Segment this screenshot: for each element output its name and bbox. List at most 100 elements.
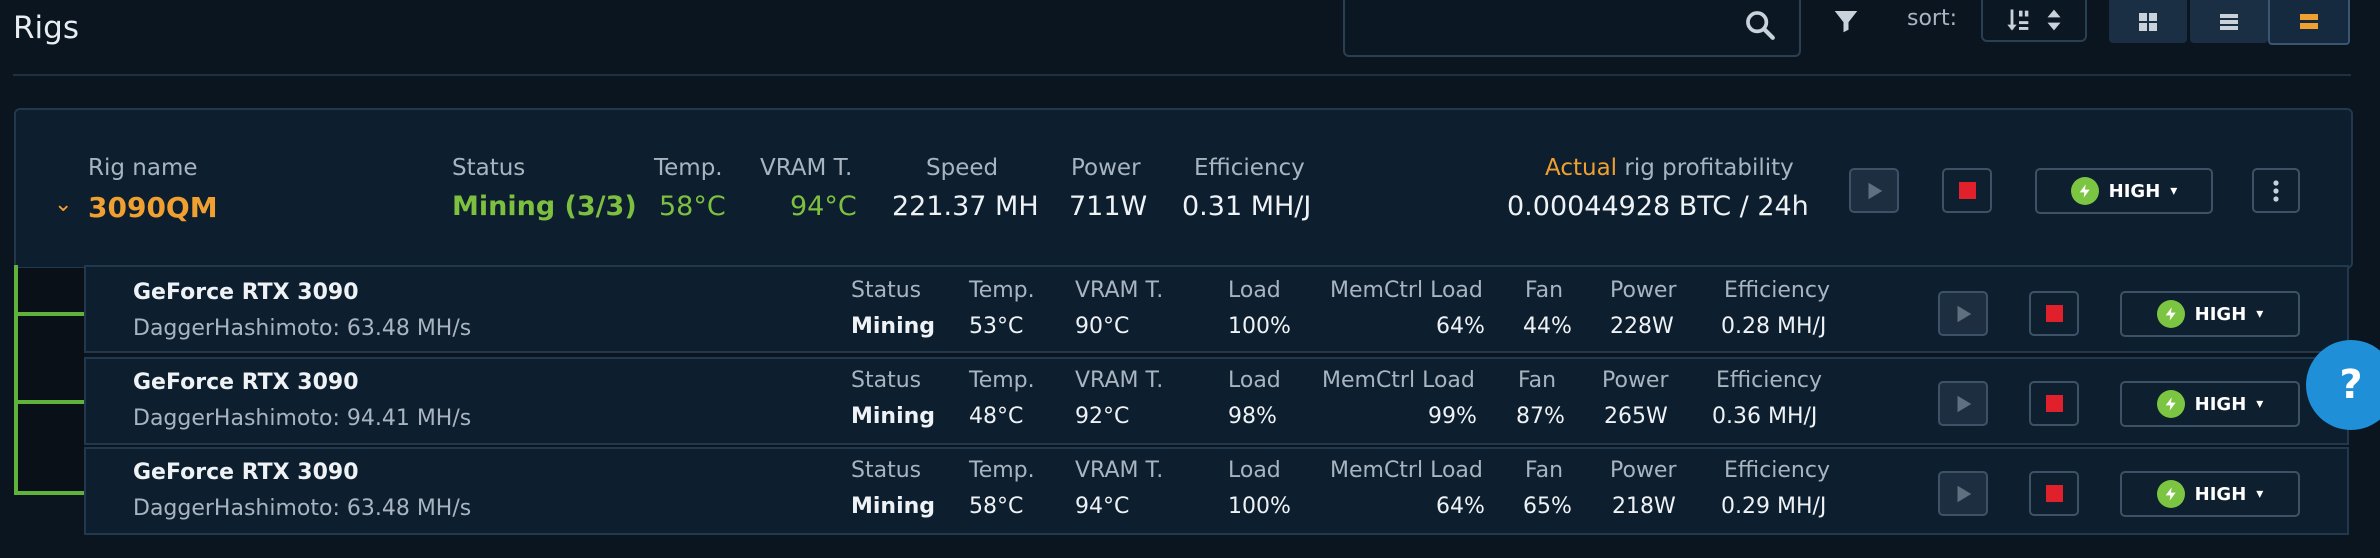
- device-name: GeForce RTX 3090: [133, 460, 359, 485]
- device-fan: 65%: [1523, 494, 1572, 519]
- device-vram-label: VRAM T.: [1075, 458, 1164, 483]
- stop-icon: [2045, 485, 2063, 502]
- device-vram: 92°C: [1075, 404, 1130, 429]
- device-efficiency: 0.29 MH/J: [1721, 494, 1827, 519]
- device-efficiency: 0.28 MH/J: [1721, 314, 1827, 339]
- rows-icon: [2300, 13, 2318, 29]
- device-fan-label: Fan: [1525, 278, 1564, 303]
- device-start-button[interactable]: [1938, 291, 1988, 336]
- device-algorithm: DaggerHashimoto: 94.41 MH/s: [133, 406, 472, 431]
- search-input[interactable]: [1343, 0, 1801, 57]
- rig-mode-label: HIGH: [2108, 180, 2161, 202]
- device-power-label: Power: [1610, 278, 1677, 303]
- device-stop-button[interactable]: [2029, 291, 2079, 336]
- device-status-label: Status: [851, 458, 922, 483]
- tree-branch: [14, 312, 84, 316]
- profitability-label: Actual rig profitability: [1545, 155, 1794, 181]
- rig-card: [14, 108, 2353, 269]
- device-temp: 53°C: [969, 314, 1024, 339]
- rig-profitability: 0.00044928 BTC / 24h: [1507, 191, 1809, 222]
- list-view-button[interactable]: [2190, 0, 2268, 43]
- rig-power: 711W: [1069, 191, 1148, 222]
- bolt-icon: [2070, 177, 2099, 205]
- filter-icon[interactable]: [1831, 6, 1861, 36]
- device-start-button[interactable]: [1938, 381, 1988, 426]
- device-fan: 44%: [1523, 314, 1572, 339]
- tree-branch: [14, 491, 84, 495]
- device-stop-button[interactable]: [2029, 381, 2079, 426]
- device-temp-label: Temp.: [969, 458, 1035, 483]
- profitability-label-text: rig profitability: [1617, 155, 1794, 181]
- tree-spacer: [18, 316, 84, 400]
- device-efficiency-label: Efficiency: [1724, 278, 1830, 303]
- rig-name-label: Rig name: [88, 155, 198, 181]
- device-power-mode-dropdown[interactable]: HIGH ▾: [2120, 471, 2300, 517]
- profitability-highlight: Actual: [1545, 155, 1618, 181]
- rig-speed-label: Speed: [926, 155, 999, 181]
- list-icon: [2220, 13, 2238, 30]
- rig-status-label: Status: [452, 155, 526, 181]
- rig-status: Mining (3/3): [452, 191, 637, 222]
- grid-icon: [2139, 12, 2157, 31]
- rig-efficiency: 0.31 MH/J: [1182, 191, 1312, 222]
- bolt-icon: [2156, 390, 2185, 418]
- device-power: 218W: [1612, 494, 1676, 519]
- play-icon: [1868, 182, 1883, 199]
- more-vertical-icon: [2273, 179, 2279, 202]
- device-power-mode-dropdown[interactable]: HIGH ▾: [2120, 381, 2300, 427]
- device-start-button[interactable]: [1938, 471, 1988, 516]
- sort-button[interactable]: [1981, 0, 2087, 42]
- device-power-mode-dropdown[interactable]: HIGH ▾: [2120, 291, 2300, 337]
- tree-branch: [14, 400, 84, 404]
- device-memctrl: 99%: [1428, 404, 1477, 429]
- device-power-label: Power: [1610, 458, 1677, 483]
- device-temp: 58°C: [969, 494, 1024, 519]
- tree-line: [14, 265, 18, 495]
- rig-stop-button[interactable]: [1942, 168, 1992, 213]
- rig-vram: 94°C: [790, 191, 857, 222]
- sort-label: sort:: [1907, 6, 1958, 31]
- device-temp-label: Temp.: [969, 278, 1035, 303]
- play-icon: [1957, 395, 1972, 412]
- search-icon[interactable]: [1743, 8, 1777, 42]
- stop-icon: [1958, 182, 1976, 199]
- device-status: Mining: [851, 494, 936, 519]
- rig-name[interactable]: 3090QM: [88, 191, 218, 224]
- chevron-down-icon: ▾: [2256, 306, 2264, 322]
- stop-icon: [2045, 305, 2063, 322]
- tree-spacer: [18, 268, 84, 312]
- device-status-label: Status: [851, 278, 922, 303]
- play-icon: [1957, 485, 1972, 502]
- device-efficiency: 0.36 MH/J: [1712, 404, 1818, 429]
- device-power-label: Power: [1602, 368, 1669, 393]
- device-algorithm: DaggerHashimoto: 63.48 MH/s: [133, 496, 472, 521]
- tree-spacer: [18, 404, 84, 492]
- device-efficiency-label: Efficiency: [1724, 458, 1830, 483]
- device-power: 228W: [1610, 314, 1674, 339]
- rig-temp-label: Temp.: [654, 155, 723, 181]
- device-vram: 90°C: [1075, 314, 1130, 339]
- device-status: Mining: [851, 404, 936, 429]
- device-mode-label: HIGH: [2194, 393, 2247, 415]
- header-divider: [13, 74, 2351, 76]
- device-load: 100%: [1228, 494, 1291, 519]
- device-stop-button[interactable]: [2029, 471, 2079, 516]
- page-title: Rigs: [13, 10, 79, 46]
- device-row: [84, 357, 2349, 445]
- device-load: 98%: [1228, 404, 1277, 429]
- device-load-label: Load: [1228, 278, 1281, 303]
- rig-start-button[interactable]: [1849, 168, 1899, 213]
- play-icon: [1957, 305, 1972, 322]
- rig-speed: 221.37 MH: [892, 191, 1039, 222]
- rig-power-mode-dropdown[interactable]: HIGH ▾: [2035, 168, 2213, 214]
- detailed-view-button[interactable]: [2268, 0, 2350, 45]
- chevron-down-icon: ▾: [2256, 486, 2264, 502]
- device-fan-label: Fan: [1525, 458, 1564, 483]
- device-mode-label: HIGH: [2194, 483, 2247, 505]
- rig-more-button[interactable]: [2252, 168, 2300, 213]
- device-memctrl-label: MemCtrl Load: [1330, 458, 1483, 483]
- chevron-down-icon[interactable]: ⌄: [54, 192, 72, 217]
- rig-temp: 58°C: [659, 191, 726, 222]
- grid-view-button[interactable]: [2109, 0, 2187, 43]
- device-load-label: Load: [1228, 458, 1281, 483]
